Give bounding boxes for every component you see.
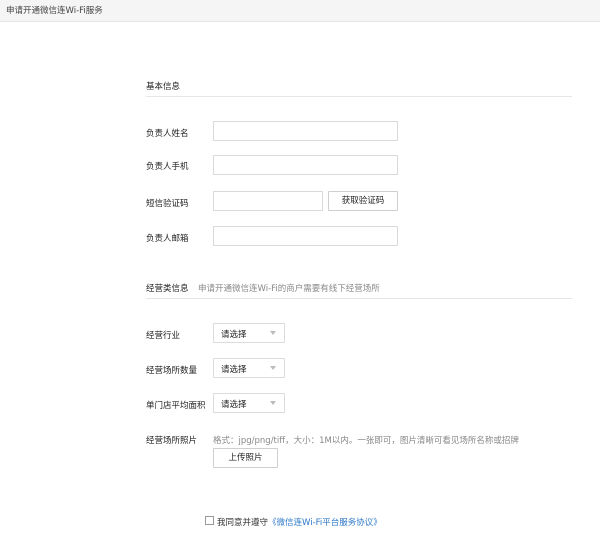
avg-area-label: 单门店平均面积: [146, 401, 206, 411]
section-divider-business: [146, 298, 572, 299]
phone-label: 负责人手机: [146, 162, 189, 172]
agree-checkbox[interactable]: [205, 516, 214, 525]
name-input[interactable]: [213, 121, 398, 141]
chevron-down-icon: [270, 331, 276, 335]
phone-input[interactable]: [213, 155, 398, 175]
store-count-select-value: 请选择: [221, 365, 247, 375]
upload-photo-button[interactable]: 上传照片: [213, 448, 278, 468]
photo-format-note: 格式：jpg/png/tiff，大小：1M以内。一张即可，图片清晰可看见场所名称…: [213, 436, 519, 446]
avg-area-select-value: 请选择: [221, 400, 247, 410]
photo-label: 经营场所照片: [146, 436, 198, 446]
sms-code-label: 短信验证码: [146, 199, 189, 209]
chevron-down-icon: [270, 401, 276, 405]
industry-label: 经营行业: [146, 331, 181, 341]
get-sms-code-button[interactable]: 获取验证码: [328, 191, 398, 211]
section-divider-basic: [146, 96, 572, 97]
section-title-basic: 基本信息: [146, 82, 181, 92]
agreement-text: 我同意并遵守《微信连Wi-Fi平台服务协议》: [217, 516, 382, 528]
avg-area-select[interactable]: 请选择: [213, 393, 285, 413]
name-label: 负责人姓名: [146, 129, 189, 139]
agreement-prefix: 我同意并遵守: [217, 518, 269, 528]
section-title-business: 经营类信息: [146, 284, 189, 294]
agreement-link[interactable]: 《微信连Wi-Fi平台服务协议》: [268, 518, 382, 528]
chevron-down-icon: [270, 366, 276, 370]
email-input[interactable]: [213, 226, 398, 246]
section-hint-business: 申请开通微信连Wi-Fi的商户需要有线下经营场所: [198, 284, 380, 294]
industry-select[interactable]: 请选择: [213, 323, 285, 343]
email-label: 负责人邮箱: [146, 234, 189, 244]
sms-code-input[interactable]: [213, 191, 323, 211]
page-title: 申请开通微信连Wi-Fi服务: [6, 6, 103, 16]
title-bar: 申请开通微信连Wi-Fi服务: [0, 0, 600, 22]
store-count-select[interactable]: 请选择: [213, 358, 285, 378]
industry-select-value: 请选择: [221, 330, 247, 340]
store-count-label: 经营场所数量: [146, 366, 198, 376]
